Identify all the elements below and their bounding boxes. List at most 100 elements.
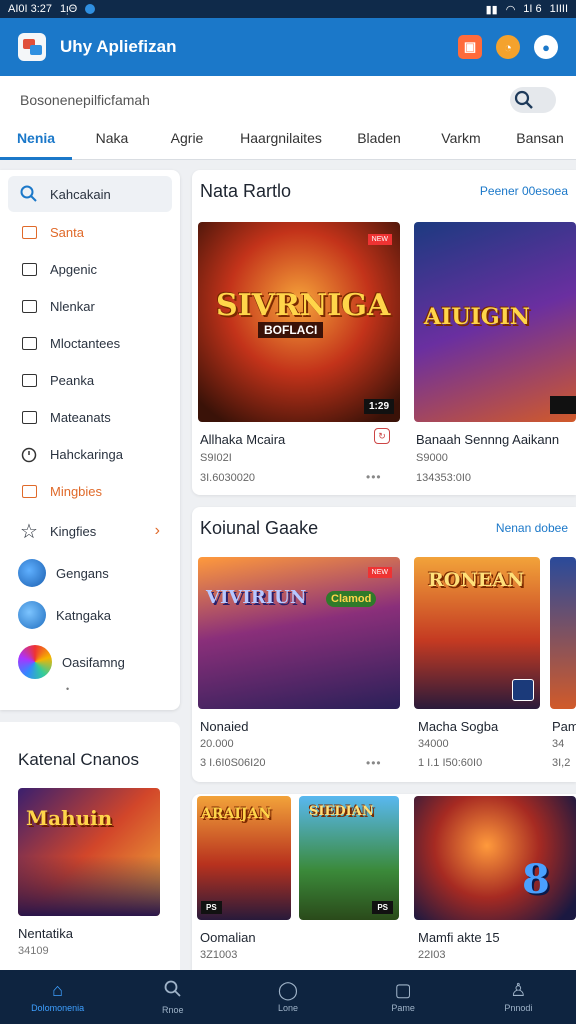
- game-card-image[interactable]: [550, 557, 576, 709]
- sidebar-item-katngaka[interactable]: Katngaka: [8, 594, 172, 636]
- game-card-count: 22I03: [418, 949, 446, 961]
- more-options-icon[interactable]: •••: [366, 470, 382, 484]
- game-card-count: 34: [552, 738, 565, 750]
- wifi-icon: ◠: [505, 3, 516, 16]
- tab-naka[interactable]: Naka: [72, 124, 152, 159]
- nav-home[interactable]: ⌂ Dolomonenia: [13, 981, 103, 1013]
- sidebar-item-mloctantees[interactable]: Mloctantees: [8, 325, 172, 362]
- status-extra: 1ᴉΘ: [60, 3, 78, 15]
- game-card-meta: 134353:0I0: [416, 472, 472, 484]
- category-tabs: Nenia Naka Agrie Haargnilaites Bladen Va…: [0, 124, 576, 160]
- promo-game-name: Nentatika: [18, 926, 73, 941]
- game-logo: VIVIRIUN: [206, 587, 307, 608]
- sidebar-item-apgenic[interactable]: Apgenic: [8, 251, 172, 288]
- sidebar-item-peanka[interactable]: Peanka: [8, 362, 172, 399]
- game-logo: Mahuin: [26, 806, 113, 830]
- game-card-title[interactable]: Oomalian: [200, 930, 256, 945]
- search-toggle[interactable]: [510, 87, 556, 113]
- section-see-more-link[interactable]: Nenan dobee: [496, 521, 568, 535]
- app-logo-icon[interactable]: [18, 33, 46, 61]
- game-logo: ARAIJAN: [201, 806, 272, 822]
- game-card-meta: 3I,2: [552, 757, 571, 769]
- sidebar-item-gengans[interactable]: Gengans: [8, 552, 172, 594]
- sidebar-item-hahckaringa[interactable]: Hahckaringa: [8, 436, 172, 473]
- section-popular: Koiunal Gaake Nenan dobee NEW VIVIRIUN C…: [192, 507, 576, 782]
- info-icon[interactable]: ↻: [374, 428, 390, 444]
- section-more-games: ARAIJAN PS SIEDIAN PS Oomalian 3Z1003 8 …: [192, 794, 576, 970]
- checkbox-icon: [20, 409, 38, 427]
- status-time: AI0I 3:27: [8, 3, 53, 15]
- sidebar-item-label: Santa: [50, 225, 84, 240]
- checkbox-icon: [20, 298, 38, 316]
- game-card-title[interactable]: Pam: [552, 719, 576, 734]
- game-card-title[interactable]: Nonaied: [200, 719, 248, 734]
- nav-lone[interactable]: ◯ Lone: [243, 981, 333, 1013]
- sidebar-item-nlenkar[interactable]: Nlenkar: [8, 288, 172, 325]
- game-card-meta: 3I.6030020: [200, 472, 256, 484]
- game-card-image[interactable]: RONEAN: [414, 557, 540, 709]
- pie-chart-icon[interactable]: ◔: [496, 35, 520, 59]
- game-card-meta: 3 I.6I0S06I20: [200, 757, 266, 769]
- nav-pame[interactable]: ▢ Pame: [358, 981, 448, 1013]
- sidebar-item-oasifamng[interactable]: Oasifamng: [8, 636, 172, 688]
- account-icon[interactable]: ●: [534, 35, 558, 59]
- game-card-title[interactable]: Mamfi akte 15: [418, 930, 500, 945]
- section-see-more-link[interactable]: Peener 00esoea: [480, 184, 568, 198]
- tab-bansan[interactable]: Bansan: [504, 124, 576, 159]
- sidebar-item-mateanats[interactable]: Mateanats: [8, 399, 172, 436]
- tab-nenia[interactable]: Nenia: [0, 124, 72, 160]
- game-card-image[interactable]: NEW VIVIRIUN Clamod: [198, 557, 400, 709]
- game-card-count: S9I02I: [200, 452, 232, 464]
- sidebar-subtext: •: [66, 684, 70, 694]
- checkbox-icon: [20, 224, 38, 242]
- game-card-title[interactable]: Banaah Sennng Aaikann: [416, 432, 559, 447]
- gamepad-icon: ▢: [394, 980, 412, 1000]
- profile-icon: ♙: [510, 980, 527, 1000]
- sidebar-item-label: Mateanats: [50, 410, 111, 425]
- clock-icon: [20, 446, 38, 464]
- new-badge: NEW: [367, 234, 392, 245]
- tab-agrie[interactable]: Agrie: [152, 124, 222, 159]
- search-input[interactable]: Bosonenepilficfamah: [20, 92, 510, 108]
- sidebar-item-mingbies[interactable]: Mingbies: [8, 473, 172, 510]
- promo-game-image[interactable]: Mahuin: [18, 788, 160, 916]
- sidebar-search[interactable]: Kahcakain: [8, 176, 172, 212]
- checkbox-icon: [20, 483, 38, 501]
- nav-label: Rnoe: [162, 1004, 184, 1015]
- nav-profile[interactable]: ♙ Pnnodi: [473, 981, 563, 1013]
- game-card-image[interactable]: SIEDIAN PS: [299, 796, 399, 920]
- duration-tag: [550, 396, 576, 414]
- game-card-image[interactable]: ARAIJAN PS: [197, 796, 291, 920]
- tab-haargnilaites[interactable]: Haargnilaites: [222, 124, 340, 159]
- tab-bladen[interactable]: Bladen: [340, 124, 418, 159]
- bottom-navigation: ⌂ Dolomonenia Rnoe ◯ Lone ▢ Pame ♙ Pnnod…: [0, 970, 576, 1024]
- game-logo: RONEAN: [428, 569, 525, 591]
- game-logo: SIEDIAN: [309, 804, 374, 819]
- game-card-image[interactable]: 8: [414, 796, 576, 920]
- avatar: [18, 645, 52, 679]
- status-bar: AI0I 3:27 1ᴉΘ ▮▮ ◠ 1I 6 1IIII: [0, 0, 576, 18]
- status-right: 1I 6: [523, 3, 542, 15]
- game-card-count: 20.000: [200, 738, 234, 750]
- section-title: Nata Rartlo: [200, 180, 292, 201]
- sidebar-item-santa[interactable]: Santa: [8, 214, 172, 251]
- tab-varkm[interactable]: Varkm: [418, 124, 504, 159]
- game-logo: 8: [522, 856, 550, 903]
- checkbox-icon: [20, 335, 38, 353]
- more-options-icon[interactable]: •••: [366, 756, 382, 770]
- game-card-image[interactable]: NEW SIVRNIGA BOFLACI 1:29: [198, 222, 400, 422]
- search-icon: [20, 185, 38, 203]
- game-card-title[interactable]: Allhaka Mcaira: [200, 432, 285, 447]
- home-icon: ⌂: [52, 980, 64, 1000]
- game-card-title[interactable]: Macha Sogba: [418, 719, 498, 734]
- game-subtitle: BOFLACI: [258, 322, 324, 338]
- game-card-image[interactable]: AIUIGIN: [414, 222, 576, 422]
- search-icon: [164, 980, 182, 1001]
- cart-icon[interactable]: ▣: [458, 35, 482, 59]
- nav-search[interactable]: Rnoe: [128, 980, 218, 1015]
- search-bar[interactable]: Bosonenepilficfamah: [0, 76, 576, 124]
- nav-label: Dolomonenia: [31, 1003, 85, 1013]
- star-icon: ☆: [20, 520, 38, 543]
- platform-icon: [512, 679, 534, 701]
- sidebar-item-kingfies[interactable]: ☆ Kingfies ›: [8, 510, 172, 552]
